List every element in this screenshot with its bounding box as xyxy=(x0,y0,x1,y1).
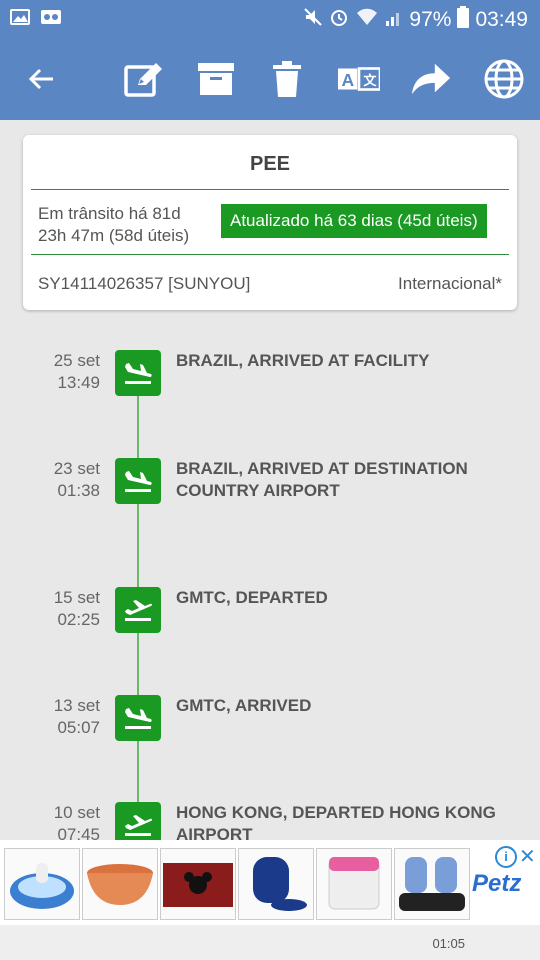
plane-takeoff-icon xyxy=(115,587,161,633)
updated-badge: Atualizado há 63 dias (45d úteis) xyxy=(221,204,487,238)
event-description: BRAZIL, ARRIVED AT DESTINATION COUNTRY AI… xyxy=(176,459,468,500)
event-date: 23 set 01:38 xyxy=(53,459,100,500)
close-icon[interactable]: ✕ xyxy=(519,844,536,869)
ad-brand-logo[interactable]: Petz xyxy=(472,870,521,898)
edit-icon[interactable] xyxy=(123,58,165,100)
transit-line-1: Em trânsito há 81d xyxy=(38,204,181,223)
package-title: PEE xyxy=(249,153,291,175)
event-date: 25 set 13:49 xyxy=(53,351,100,392)
ad-product-mat[interactable] xyxy=(160,848,236,920)
ad-product-feeder[interactable] xyxy=(238,848,314,920)
ad-banner[interactable]: i ✕ Petz xyxy=(0,840,540,925)
transit-duration: Em trânsito há 81d 23h 47m (58d úteis) xyxy=(38,203,223,247)
event-date: 13 set 05:07 xyxy=(53,696,100,737)
event-date: 15 set 02:25 xyxy=(53,588,100,629)
globe-icon[interactable] xyxy=(483,58,525,100)
shipment-type: Internacional* xyxy=(398,274,502,293)
back-arrow-icon[interactable] xyxy=(20,58,62,100)
info-icon[interactable]: i xyxy=(495,846,517,868)
event-description: GMTC, ARRIVED xyxy=(176,696,312,715)
tracking-code: SY14114026357 [SUNYOU] xyxy=(38,274,251,293)
ad-product-bowl[interactable] xyxy=(82,848,158,920)
bottom-time: 01:05 xyxy=(432,936,465,951)
signal-icon xyxy=(385,7,403,33)
alarm-icon xyxy=(329,7,349,33)
event-description: BRAZIL, ARRIVED AT FACILITY xyxy=(176,351,430,370)
divider xyxy=(31,189,509,190)
svg-text:文: 文 xyxy=(363,72,377,89)
voicemail-notification-icon xyxy=(40,9,61,25)
status-bar: 97% 03:49 xyxy=(0,0,540,38)
plane-landing-icon xyxy=(115,350,161,396)
battery-icon xyxy=(457,6,470,34)
wifi-icon xyxy=(355,7,379,33)
divider xyxy=(31,254,509,255)
mute-icon xyxy=(303,7,323,33)
battery-percent: 97% xyxy=(409,8,452,31)
package-summary-card: PEE Em trânsito há 81d 23h 47m (58d útei… xyxy=(23,135,517,310)
share-icon[interactable] xyxy=(410,58,452,100)
transit-line-2: 23h 47m (58d úteis) xyxy=(38,226,190,245)
event-description: GMTC, DEPARTED xyxy=(176,588,328,607)
delete-icon[interactable] xyxy=(266,58,308,100)
archive-icon[interactable] xyxy=(195,58,237,100)
gallery-notification-icon xyxy=(10,9,30,25)
svg-text:A: A xyxy=(342,70,355,90)
plane-landing-icon xyxy=(115,458,161,504)
status-time: 03:49 xyxy=(475,8,528,31)
ad-product-dispenser[interactable] xyxy=(394,848,470,920)
ad-product-fountain[interactable] xyxy=(4,848,80,920)
toolbar: A文 xyxy=(0,38,540,120)
plane-landing-icon xyxy=(115,695,161,741)
ad-product-container[interactable] xyxy=(316,848,392,920)
bottom-bar: 01:05 xyxy=(0,925,540,960)
translate-icon[interactable]: A文 xyxy=(338,58,380,100)
